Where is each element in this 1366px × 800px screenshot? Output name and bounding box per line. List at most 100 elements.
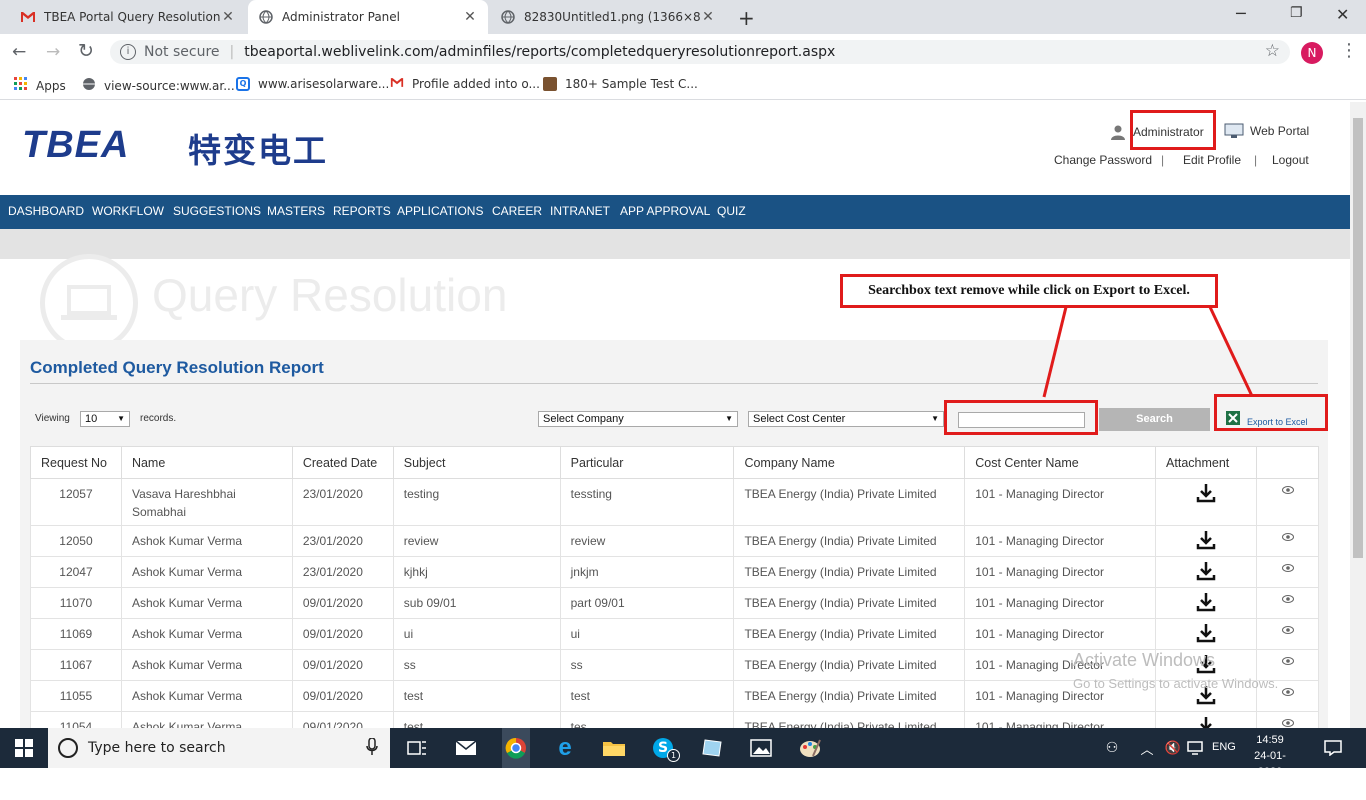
download-icon[interactable] <box>1196 561 1216 581</box>
cell-request-no: 12050 <box>30 525 122 557</box>
new-tab-button[interactable]: + <box>738 6 755 30</box>
taskbar-search[interactable]: Type here to search <box>48 728 390 768</box>
download-icon[interactable] <box>1196 483 1216 503</box>
nav-masters[interactable]: MASTERS <box>267 204 325 218</box>
eye-icon[interactable] <box>1281 592 1294 606</box>
cell-particular: test <box>559 680 735 712</box>
activate-windows-watermark: Activate Windows <box>1073 650 1216 670</box>
paint-icon[interactable] <box>797 736 823 760</box>
people-icon[interactable]: ⚇ <box>1099 736 1125 760</box>
file-explorer-icon[interactable] <box>601 736 627 760</box>
nav-career[interactable]: CAREER <box>492 204 542 218</box>
tab-gmail[interactable]: TBEA Portal Query Resolution - n ✕ <box>10 0 246 34</box>
bookmark-profile[interactable]: Profile added into o... <box>390 77 540 91</box>
download-icon[interactable] <box>1196 530 1216 550</box>
eye-icon[interactable] <box>1281 483 1294 497</box>
tab-administrator-panel[interactable]: Administrator Panel ✕ <box>248 0 488 34</box>
nav-suggestions[interactable]: SUGGESTIONS <box>173 204 261 218</box>
skype-icon[interactable]: S 1 <box>650 736 680 762</box>
bookmark-sample-test[interactable]: 180+ Sample Test C... <box>543 77 698 91</box>
edit-profile-link[interactable]: Edit Profile <box>1183 153 1241 167</box>
eye-icon[interactable] <box>1281 530 1294 544</box>
nav-applications[interactable]: APPLICATIONS <box>397 204 483 218</box>
tab-screenshot[interactable]: 82830Untitled1.png (1366×800) ✕ <box>490 0 726 34</box>
task-view-icon[interactable] <box>404 736 430 760</box>
tbea-logo[interactable]: TBEA <box>22 124 129 167</box>
cost-center-select[interactable]: Select Cost Center ▼ <box>748 411 944 427</box>
tab-title: TBEA Portal Query Resolution - n <box>44 10 220 24</box>
logout-link[interactable]: Logout <box>1272 153 1309 167</box>
nav-dashboard[interactable]: DASHBOARD <box>8 204 84 218</box>
download-icon[interactable] <box>1196 623 1216 643</box>
sub-nav-bar <box>0 229 1350 259</box>
minimize-button[interactable]: ─ <box>1236 4 1246 23</box>
col-cost-center-name[interactable]: Cost Center Name <box>964 446 1157 479</box>
company-select[interactable]: Select Company ▼ <box>538 411 738 427</box>
star-icon[interactable]: ☆ <box>1265 41 1280 61</box>
menu-icon[interactable]: ⋮ <box>1340 40 1358 61</box>
profile-avatar[interactable]: N <box>1301 42 1323 64</box>
language-indicator[interactable]: ENG <box>1212 741 1236 753</box>
annotation-arrows <box>1042 306 1254 398</box>
nav-app-approval[interactable]: APP APPROVAL <box>620 204 710 218</box>
page-scrollbar[interactable] <box>1350 102 1366 728</box>
download-icon[interactable] <box>1196 716 1216 728</box>
cell-company: TBEA Energy (India) Private Limited <box>733 556 966 588</box>
window-close-button[interactable]: ✕ <box>1336 5 1349 24</box>
col-request-no[interactable]: Request No <box>30 446 122 479</box>
table-row: 12047 Ashok Kumar Verma 23/01/2020 kjhkj jnk… <box>30 556 1319 588</box>
bookmark-view-source[interactable]: view-source:www.ar... <box>82 77 235 94</box>
chevron-up-icon[interactable]: ︿ <box>1134 736 1160 760</box>
download-icon[interactable] <box>1196 592 1216 612</box>
network-icon[interactable] <box>1182 736 1208 760</box>
bookmark-arisesolar[interactable]: Q www.arisesolarware... <box>236 77 389 91</box>
col-company-name[interactable]: Company Name <box>733 446 966 479</box>
eye-icon[interactable] <box>1281 654 1294 668</box>
nav-intranet[interactable]: INTRANET <box>550 204 610 218</box>
cell-subject: test <box>392 711 561 728</box>
eye-icon[interactable] <box>1281 623 1294 637</box>
forward-icon[interactable]: → <box>46 42 60 62</box>
cell-name: Ashok Kumar Verma <box>120 711 293 728</box>
cell-request-no: 11055 <box>30 680 122 712</box>
nav-workflow[interactable]: WORKFLOW <box>92 204 164 218</box>
col-particular[interactable]: Particular <box>559 446 735 479</box>
gmail-icon <box>20 9 36 25</box>
mail-icon[interactable] <box>453 736 479 760</box>
col-created-date[interactable]: Created Date <box>291 446 394 479</box>
photos-icon[interactable] <box>748 736 774 760</box>
nav-reports[interactable]: REPORTS <box>333 204 391 218</box>
col-subject[interactable]: Subject <box>392 446 561 479</box>
activate-windows-subtext: Go to Settings to activate Windows. <box>1073 676 1279 691</box>
close-icon[interactable]: ✕ <box>462 9 478 25</box>
search-button[interactable]: Search <box>1099 408 1210 431</box>
scrollbar-thumb[interactable] <box>1353 118 1363 558</box>
eye-icon[interactable] <box>1281 716 1294 728</box>
microphone-icon[interactable] <box>366 737 378 760</box>
windows-start-icon[interactable] <box>11 736 37 760</box>
col-attachment[interactable]: Attachment <box>1155 446 1257 479</box>
omnibox[interactable]: i Not secure | tbeaportal.weblivelink.co… <box>110 40 1290 64</box>
change-password-link[interactable]: Change Password <box>1054 153 1152 167</box>
edge-icon[interactable]: e <box>552 734 578 761</box>
notepad-icon[interactable] <box>699 736 725 760</box>
cell-particular: ui <box>559 618 735 650</box>
nav-quiz[interactable]: QUIZ <box>717 204 746 218</box>
maximize-button[interactable]: ❐ <box>1290 5 1303 21</box>
web-portal-link[interactable]: Web Portal <box>1250 124 1309 138</box>
back-icon[interactable]: ← <box>12 42 26 62</box>
cell-subject: review <box>392 525 561 557</box>
eye-icon[interactable] <box>1281 561 1294 575</box>
close-icon[interactable]: ✕ <box>220 9 236 25</box>
close-icon[interactable]: ✕ <box>700 9 716 25</box>
reload-icon[interactable]: ↻ <box>78 40 94 62</box>
viewing-select[interactable]: 10 ▼ <box>80 411 130 427</box>
bookmark-apps[interactable]: Apps <box>14 77 66 94</box>
cell-view <box>1256 618 1319 650</box>
col-name[interactable]: Name <box>120 446 293 479</box>
notifications-icon[interactable] <box>1320 736 1346 760</box>
info-icon[interactable]: i <box>120 44 136 60</box>
q-icon: Q <box>236 77 250 91</box>
chrome-icon[interactable] <box>502 728 530 768</box>
eye-icon[interactable] <box>1281 685 1294 699</box>
